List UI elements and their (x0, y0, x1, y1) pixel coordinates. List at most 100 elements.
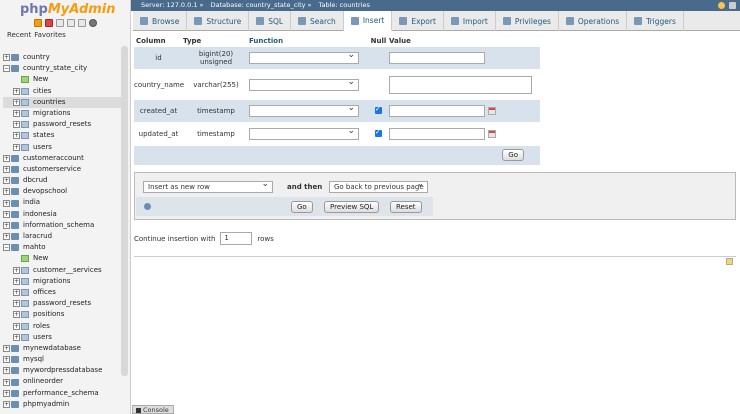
tab-triggers[interactable]: Triggers (627, 11, 684, 31)
null-checkbox[interactable] (375, 128, 382, 137)
expand-icon[interactable]: + (13, 266, 20, 274)
expand-icon[interactable]: + (13, 132, 20, 140)
expand-icon[interactable]: + (3, 367, 10, 375)
tree-database-item[interactable]: + indonesia (3, 209, 121, 220)
home-icon[interactable] (34, 19, 42, 27)
tab-structure[interactable]: Structure (187, 11, 250, 31)
tree-database-item[interactable]: + onlineorder (3, 376, 121, 387)
expand-icon[interactable]: + (13, 87, 20, 95)
tree-table-item[interactable]: + countries (3, 96, 121, 108)
help-icon[interactable] (56, 19, 64, 27)
tree-database-item[interactable]: + information_schema (3, 220, 121, 231)
function-select[interactable] (249, 103, 359, 117)
insert-mode-select[interactable]: Insert as new row (143, 179, 273, 193)
null-checkbox[interactable] (375, 105, 382, 114)
expand-icon[interactable]: + (3, 154, 10, 162)
tree-database-item[interactable]: + laracrud (3, 231, 121, 242)
help-icon[interactable] (144, 203, 151, 210)
tree-table-item[interactable]: + cities (3, 86, 121, 97)
expand-icon[interactable]: + (3, 378, 10, 386)
tab-export[interactable]: Export (392, 11, 444, 31)
expand-icon[interactable]: + (13, 322, 20, 330)
expand-icon[interactable]: + (3, 221, 10, 229)
expand-icon[interactable]: + (3, 400, 10, 408)
favorites-link[interactable]: Favorites (34, 31, 66, 39)
tab-import[interactable]: Import (444, 11, 496, 31)
tree-table-item[interactable]: + password_resets (3, 119, 121, 130)
expand-icon[interactable]: + (3, 177, 10, 185)
expand-icon[interactable]: + (13, 333, 20, 341)
expand-icon[interactable]: + (3, 233, 10, 241)
tree-table-item[interactable]: + roles (3, 321, 121, 332)
tree-database-item[interactable]: + mynewdatabase (3, 343, 121, 354)
tree-database-item[interactable]: + mysql (3, 354, 121, 365)
tree-database-item[interactable]: + customeraccount (3, 153, 121, 164)
tree-table-item[interactable]: + states (3, 130, 121, 141)
console-toggle[interactable]: Console (132, 405, 174, 414)
expand-icon[interactable]: + (13, 98, 20, 106)
expand-icon[interactable]: + (3, 165, 10, 173)
tree-table-item[interactable]: + users (3, 332, 121, 343)
breadcrumb-database[interactable]: Database: country_state_city » (211, 1, 312, 9)
breadcrumb-server[interactable]: Server: 127.0.0.1 » (141, 1, 204, 9)
collapse-icon[interactable]: − (3, 244, 10, 252)
expand-icon[interactable]: + (13, 110, 20, 118)
tree-table-item[interactable]: + positions (3, 309, 121, 320)
expand-icon[interactable]: + (3, 389, 10, 397)
tree-database-item[interactable]: + country (3, 52, 121, 63)
docs-icon[interactable] (67, 19, 75, 27)
expand-icon[interactable]: + (3, 54, 10, 62)
tree-database-item[interactable]: + phpmyadmin (3, 399, 121, 410)
tree-database-item[interactable]: + devopschool (3, 186, 121, 197)
logout-icon[interactable] (45, 19, 53, 27)
tab-operations[interactable]: Operations (559, 11, 628, 31)
calendar-icon[interactable] (488, 107, 496, 115)
tree-database-item[interactable]: + mywordpressdatabase (3, 365, 121, 376)
reset-button[interactable]: Reset (390, 201, 422, 213)
recent-link[interactable]: Recent (7, 31, 31, 39)
page-settings-icon[interactable] (726, 258, 733, 265)
settings-icon[interactable] (718, 2, 725, 9)
expand-icon[interactable]: + (3, 344, 10, 352)
tab-browse[interactable]: Browse (133, 11, 188, 31)
tab-search[interactable]: Search (291, 11, 344, 31)
tree-scrollbar[interactable] (121, 46, 128, 376)
expand-icon[interactable]: + (13, 289, 20, 297)
expand-icon[interactable]: + (3, 199, 10, 207)
value-input[interactable] (389, 105, 485, 117)
function-select[interactable] (249, 126, 359, 140)
collapse-icon[interactable] (729, 2, 736, 9)
collapse-icon[interactable]: − (3, 65, 10, 73)
value-input[interactable] (389, 52, 485, 64)
sql-icon[interactable] (78, 19, 86, 27)
tree-new-item[interactable]: New (3, 74, 121, 85)
expand-icon[interactable]: + (3, 188, 10, 196)
go-button[interactable]: Go (502, 149, 524, 161)
tree-database-item[interactable]: − mahto (3, 242, 121, 253)
expand-icon[interactable]: + (3, 210, 10, 218)
tab-privileges[interactable]: Privileges (496, 11, 559, 31)
expand-icon[interactable]: + (13, 277, 20, 285)
tab-sql[interactable]: SQL (249, 11, 292, 31)
breadcrumb-table[interactable]: Table: countries (319, 1, 370, 9)
expand-icon[interactable]: + (13, 143, 20, 151)
expand-icon[interactable]: + (13, 300, 20, 308)
tree-table-item[interactable]: + migrations (3, 108, 121, 119)
expand-icon[interactable]: + (13, 311, 20, 319)
expand-icon[interactable]: + (13, 121, 20, 129)
tree-database-item[interactable]: − country_state_city (3, 63, 121, 74)
value-input[interactable] (389, 128, 485, 140)
function-select[interactable] (249, 77, 359, 91)
tab-insert[interactable]: Insert (343, 11, 393, 31)
go-button[interactable]: Go (291, 201, 313, 213)
tree-new-item[interactable]: New (3, 253, 121, 264)
tree-table-item[interactable]: + migrations (3, 276, 121, 287)
tree-database-item[interactable]: + india (3, 197, 121, 208)
gear-icon[interactable] (89, 19, 97, 27)
tree-database-item[interactable]: + customerservice (3, 164, 121, 175)
expand-icon[interactable]: + (3, 356, 10, 364)
phpmyadmin-logo[interactable]: phpMyAdmin (20, 2, 116, 17)
tree-table-item[interactable]: + users (3, 142, 121, 153)
tree-database-item[interactable]: + performance_schema (3, 388, 121, 399)
tree-database-item[interactable]: + dbcrud (3, 175, 121, 186)
